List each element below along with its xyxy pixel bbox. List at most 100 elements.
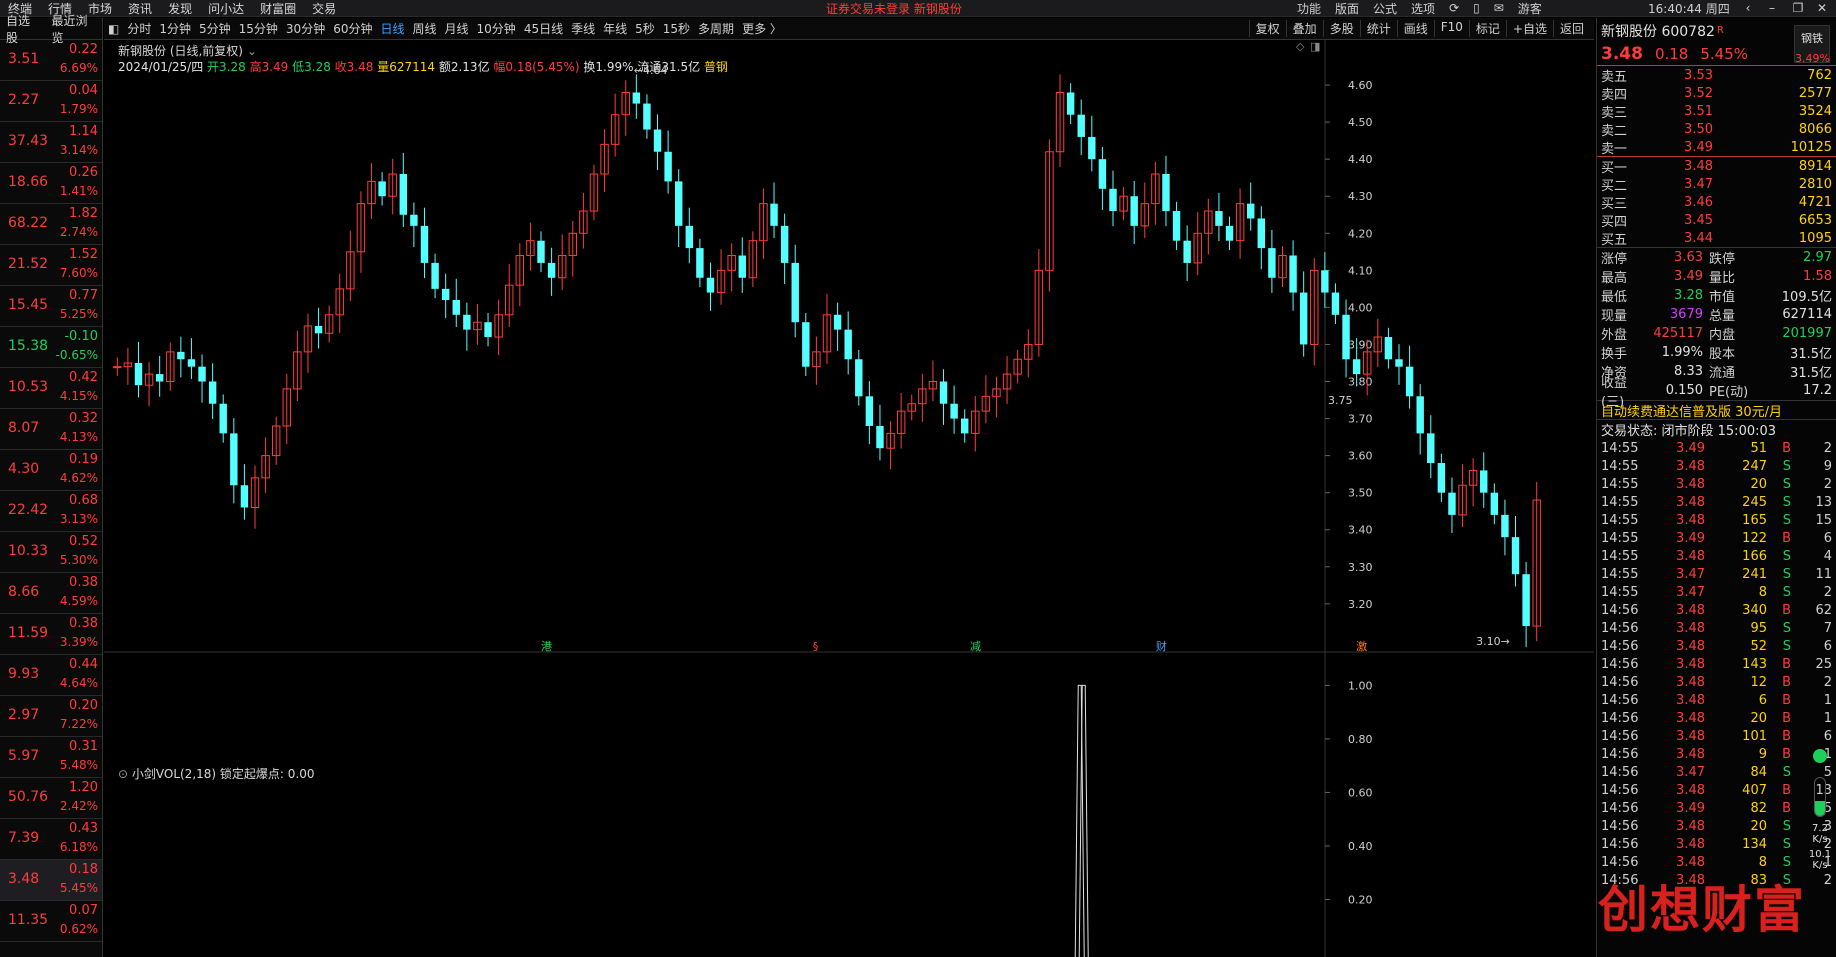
period-tab[interactable]: 5分钟 [195,20,235,37]
chart-tool-button[interactable]: 标记 [1468,20,1506,37]
y-tick-label: 4.20 [1348,227,1373,240]
chart-tool-button[interactable]: 画线 [1396,20,1434,37]
period-tab[interactable]: 15秒 [659,20,694,37]
watchlist-row[interactable]: 21.52 1.52 7.60% [0,245,102,286]
phone-icon[interactable]: ▯ [1466,1,1487,15]
menu-options[interactable]: 选项 [1404,0,1442,17]
watchlist-row[interactable]: 11.35 0.07 0.62% [0,901,102,942]
watchlist-row[interactable]: 8.07 0.32 4.13% [0,409,102,450]
watchlist-row[interactable]: 8.66 0.38 4.59% [0,573,102,614]
chart-tool-button[interactable]: 多股 [1322,20,1360,37]
watch-change: 0.68 [69,493,98,508]
ask-row[interactable]: 卖二 3.50 8066 [1597,120,1836,139]
watchlist-row[interactable]: 2.27 0.04 1.79% [0,81,102,122]
user-guest[interactable]: 游客 [1511,0,1549,17]
menu-discover[interactable]: 发现 [160,0,200,17]
watch-change: 0.19 [69,452,98,467]
watchlist-row[interactable]: 37.43 1.14 3.14% [0,122,102,163]
tick-time: 14:56 [1601,692,1639,708]
watch-price: 7.39 [8,830,40,846]
watchlist-row[interactable]: 4.30 0.19 4.62% [0,450,102,491]
mail-icon[interactable]: ✉ [1487,1,1511,15]
minimize-icon[interactable]: – [1760,0,1784,17]
watch-price: 4.30 [8,461,40,477]
ask-row[interactable]: 卖三 3.51 3524 [1597,102,1836,121]
menu-function[interactable]: 功能 [1290,0,1328,17]
menu-formula[interactable]: 公式 [1366,0,1404,17]
period-tab[interactable]: 分时 [123,20,155,37]
candle-body [833,314,842,330]
tick-row: 14:56 3.48 143 B 25 [1597,655,1836,673]
period-tab[interactable]: 45日线 [520,20,567,37]
bid-row[interactable]: 买三 3.46 4721 [1597,193,1836,212]
watchlist-row[interactable]: 15.45 0.77 5.25% [0,286,102,327]
candle-body [738,255,746,278]
chart-tool-button[interactable]: +自选 [1505,20,1553,37]
period-tab[interactable]: 季线 [567,20,599,37]
watchlist-row[interactable]: 68.22 1.82 2.74% [0,204,102,245]
period-tab[interactable]: 30分钟 [282,20,329,37]
watchlist-row[interactable]: 10.33 0.52 5.30% [0,532,102,573]
chart-tool-button[interactable]: F10 [1433,20,1469,37]
period-tab[interactable]: 60分钟 [329,20,376,37]
watchlist-row[interactable]: 7.39 0.43 6.18% [0,819,102,860]
sector-tag[interactable]: 钢铁 3.49% [1794,25,1830,65]
ask-row[interactable]: 卖五 3.53 762 [1597,66,1836,85]
period-tab[interactable]: 多周期 [694,20,738,37]
watchlist-row[interactable]: 11.59 0.38 3.39% [0,614,102,655]
stat-label: 涨停 [1601,252,1628,267]
kline-chart[interactable]: 4.60 4.50 4.40 4.30 4.20 4.10 4.00 3.90 3.80 3.70… [104,40,1594,957]
watchlist-panel: 自选股 最近浏览 3.51 0.22 6.69% 2.27 0.04 1.79% 37.43… [0,14,103,957]
watchlist-row[interactable]: 22.42 0.68 3.13% [0,491,102,532]
ask-row[interactable]: 卖四 3.52 2577 [1597,84,1836,103]
candle-body [780,225,789,263]
watchlist-row[interactable]: 3.51 0.22 6.69% [0,40,102,81]
period-tab[interactable]: 5秒 [631,20,659,37]
bid-volume: 2810 [1798,176,1832,192]
login-notice[interactable]: 证券交易未登录 新钢股份 [826,0,962,17]
chart-tool-button[interactable]: 统计 [1359,20,1397,37]
bid-label: 买四 [1601,214,1628,230]
menu-ask[interactable]: 问小达 [200,0,252,17]
watchlist-row[interactable]: 15.38 -0.10 -0.65% [0,327,102,368]
chart-tool-button[interactable]: 返回 [1552,20,1590,37]
bid-row[interactable]: 买二 3.47 2810 [1597,175,1836,194]
restore-icon[interactable]: ❐ [1786,0,1810,17]
chart-tool-button[interactable]: 叠加 [1285,20,1323,37]
period-tab[interactable]: 10分钟 [473,20,520,37]
promo-banner[interactable]: 自动续费通达信普及版 30元/月 [1597,400,1836,420]
candle-body [1162,173,1170,212]
indicator-collapse-icon[interactable]: ⊙ [118,767,132,781]
candle-body [240,485,249,508]
menu-layout[interactable]: 版面 [1328,0,1366,17]
period-tab[interactable]: 年线 [599,20,631,37]
period-tab[interactable]: 日线 [376,20,408,37]
menu-news[interactable]: 资讯 [120,0,160,17]
watchlist-row[interactable]: 10.53 0.42 4.15% [0,368,102,409]
watchlist-row[interactable]: 2.97 0.20 7.22% [0,696,102,737]
layout-toggle-icon[interactable]: ◧ [104,22,123,36]
period-tab[interactable]: 更多 〉 [738,20,786,37]
bid-row[interactable]: 买五 3.44 1095 [1597,229,1836,248]
period-tab[interactable]: 1分钟 [155,20,195,37]
menu-trade[interactable]: 交易 [304,0,344,17]
menu-wealth[interactable]: 财富圈 [252,0,304,17]
bid-row[interactable]: 买四 3.45 6653 [1597,211,1836,230]
stat-label: 最低 [1601,290,1628,305]
watchlist-row[interactable]: 9.93 0.44 4.64% [0,655,102,696]
back-icon[interactable]: ‹ [1736,0,1760,17]
watchlist-row[interactable]: 50.76 1.20 2.42% [0,778,102,819]
watch-change: 0.22 [69,42,98,57]
refresh-icon[interactable]: ⟳ [1442,1,1466,15]
tick-price: 3.47 [1676,584,1705,600]
period-tab[interactable]: 周线 [409,20,441,37]
bid-row[interactable]: 买一 3.48 8914 [1597,157,1836,176]
close-icon[interactable]: ✕ [1810,0,1834,17]
ask-row[interactable]: 卖一 3.49 10125 [1597,138,1836,157]
period-tab[interactable]: 15分钟 [235,20,282,37]
watchlist-row[interactable]: 18.66 0.26 1.41% [0,163,102,204]
watchlist-row[interactable]: 3.48 0.18 5.45% [0,860,102,901]
watchlist-row[interactable]: 5.97 0.31 5.48% [0,737,102,778]
chart-tool-button[interactable]: 复权 [1248,20,1286,37]
period-tab[interactable]: 月线 [441,20,473,37]
